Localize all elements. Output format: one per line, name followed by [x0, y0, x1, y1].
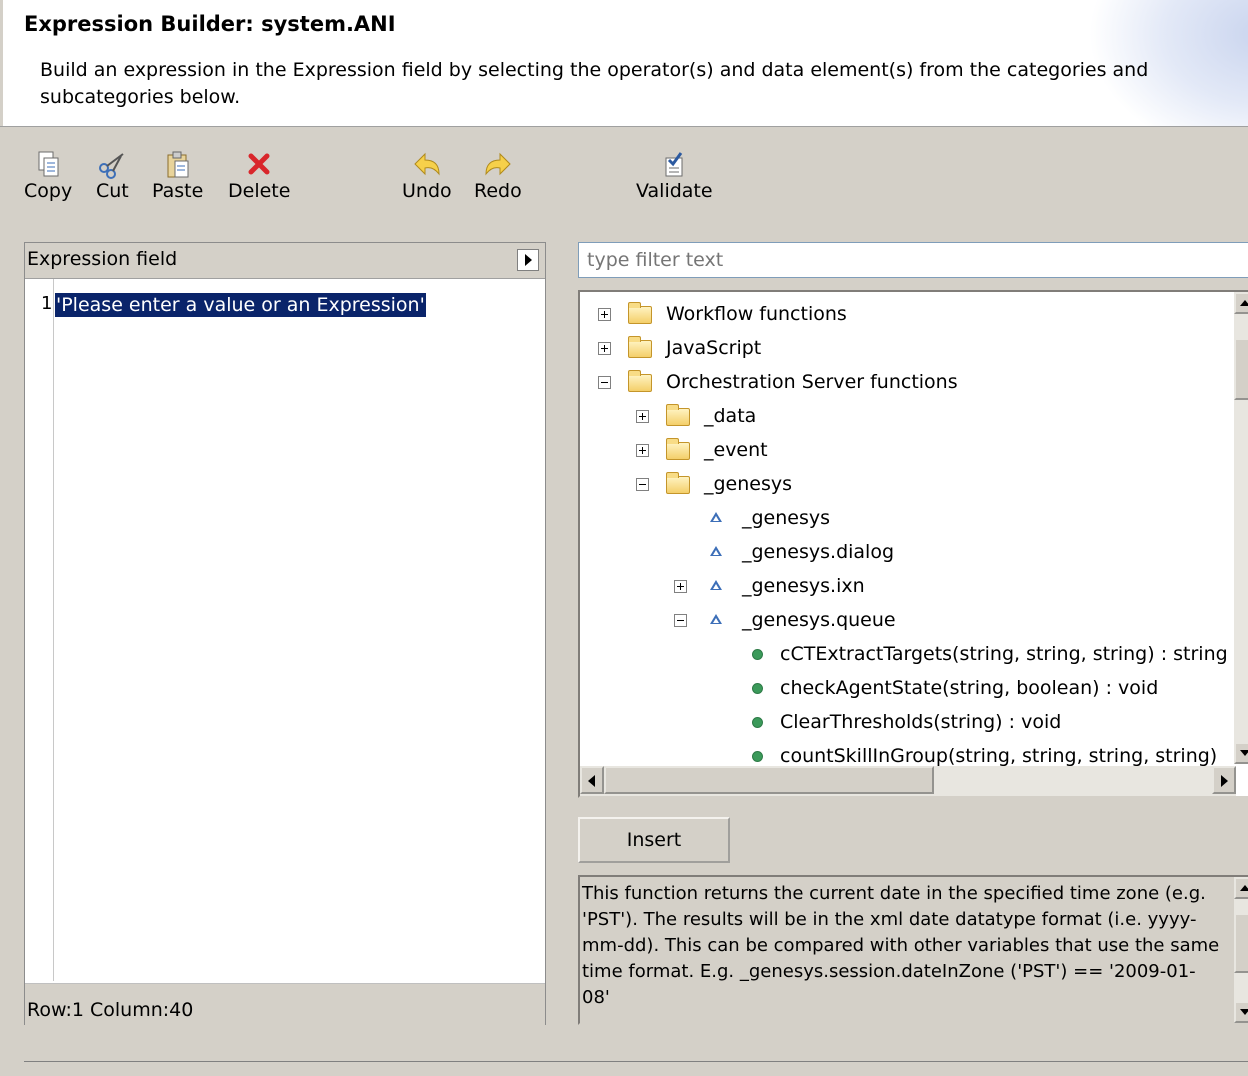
- line-number-gutter: [25, 279, 54, 981]
- tree-item-label: _data: [704, 405, 757, 427]
- validate-label: Validate: [636, 180, 713, 202]
- scroll-thumb[interactable]: [1234, 338, 1248, 400]
- redo-label: Redo: [474, 180, 522, 202]
- scroll-down-icon[interactable]: [1234, 742, 1248, 764]
- tree-item-label: _genesys.ixn: [742, 575, 865, 597]
- tree-item-label: Workflow functions: [666, 303, 847, 325]
- expression-editor[interactable]: 'Please enter a value or an Expression': [55, 293, 426, 317]
- validate-checklist-icon: [636, 150, 713, 180]
- tree-item-label: Orchestration Server functions: [666, 371, 958, 393]
- collapse-minus-icon[interactable]: [598, 376, 611, 389]
- clipboard-icon: [152, 150, 203, 180]
- undo-arrow-icon: [402, 150, 452, 180]
- delete-button[interactable]: Delete: [228, 150, 290, 202]
- scroll-up-icon[interactable]: [1234, 877, 1248, 899]
- delete-label: Delete: [228, 180, 291, 202]
- tree-item-label: JavaScript: [666, 337, 762, 359]
- expand-plus-icon[interactable]: [636, 410, 649, 423]
- dialog-title: Expression Builder: system.ANI: [24, 12, 396, 36]
- tree-horizontal-scrollbar[interactable]: [580, 766, 1236, 796]
- function-dot-icon: [752, 649, 763, 660]
- delete-x-icon: [228, 150, 290, 180]
- line-number: 1: [41, 293, 53, 314]
- tree-item-label: _genesys.queue: [742, 609, 896, 631]
- validate-button[interactable]: Validate: [636, 150, 713, 202]
- undo-button[interactable]: Undo: [402, 150, 452, 202]
- insert-button[interactable]: Insert: [578, 817, 730, 863]
- tree-item-label: _genesys.dialog: [742, 541, 895, 563]
- copy-button[interactable]: Copy: [24, 150, 72, 202]
- header-edge: [0, 0, 3, 126]
- cut-label: Cut: [96, 180, 129, 202]
- object-triangle-icon: [710, 512, 722, 522]
- folder-icon: [628, 302, 652, 324]
- scroll-down-icon[interactable]: [1234, 1001, 1248, 1023]
- object-triangle-icon: [710, 614, 722, 624]
- object-triangle-icon: [710, 546, 722, 556]
- function-dot-icon: [752, 751, 763, 762]
- category-tree[interactable]: Workflow functions JavaScript Orchestrat…: [578, 290, 1248, 798]
- undo-label: Undo: [402, 180, 452, 202]
- expand-plus-icon[interactable]: [674, 580, 687, 593]
- folder-icon: [666, 472, 690, 494]
- tree-item-label: ClearThresholds(string) : void: [780, 711, 1062, 733]
- object-triangle-icon: [710, 580, 722, 590]
- scroll-thumb[interactable]: [604, 766, 934, 794]
- scissors-icon: [96, 150, 129, 180]
- folder-icon: [628, 370, 652, 392]
- scroll-thumb[interactable]: [1234, 913, 1248, 973]
- paste-button[interactable]: Paste: [152, 150, 203, 202]
- description-vertical-scrollbar[interactable]: [1234, 877, 1248, 1023]
- folder-icon: [628, 336, 652, 358]
- cursor-position: Row:1 Column:40: [27, 999, 194, 1021]
- folder-icon: [666, 404, 690, 426]
- function-description-box: This function returns the current date i…: [578, 875, 1248, 1025]
- function-dot-icon: [752, 683, 763, 694]
- header-banner: Expression Builder: system.ANI Build an …: [0, 0, 1248, 127]
- folder-icon: [666, 438, 690, 460]
- cut-button[interactable]: Cut: [96, 150, 129, 202]
- expand-arrow-icon[interactable]: [517, 249, 539, 271]
- expand-plus-icon[interactable]: [636, 444, 649, 457]
- scroll-left-icon[interactable]: [580, 766, 604, 794]
- copy-label: Copy: [24, 180, 73, 202]
- expand-plus-icon[interactable]: [598, 308, 611, 321]
- copy-icon: [24, 150, 72, 180]
- scroll-right-icon[interactable]: [1212, 766, 1236, 794]
- expression-panel: Expression field 1 'Please enter a value…: [24, 242, 546, 1025]
- tree-item-label: _genesys: [742, 507, 831, 529]
- filter-box: [578, 242, 1248, 278]
- expression-header: Expression field: [25, 243, 545, 279]
- tree-item-label: cCTExtractTargets(string, string, string…: [780, 643, 1228, 665]
- cursor-status-bar: Row:1 Column:40: [25, 983, 545, 1025]
- collapse-minus-icon[interactable]: [674, 614, 687, 627]
- expression-field-label: Expression field: [27, 248, 178, 270]
- tree-vertical-scrollbar[interactable]: [1234, 292, 1248, 764]
- collapse-minus-icon[interactable]: [636, 478, 649, 491]
- scroll-up-icon[interactable]: [1234, 292, 1248, 314]
- tree-item-label: _genesys: [704, 473, 793, 495]
- redo-arrow-icon: [474, 150, 522, 180]
- filter-input[interactable]: [579, 243, 1248, 277]
- paste-label: Paste: [152, 180, 204, 202]
- function-description-text: This function returns the current date i…: [582, 883, 1220, 1008]
- function-dot-icon: [752, 717, 763, 728]
- tree-item-label: checkAgentState(string, boolean) : void: [780, 677, 1159, 699]
- redo-button[interactable]: Redo: [474, 150, 522, 202]
- dialog-description: Build an expression in the Expression fi…: [40, 59, 1149, 108]
- tree-item-label: _event: [704, 439, 768, 461]
- expand-plus-icon[interactable]: [598, 342, 611, 355]
